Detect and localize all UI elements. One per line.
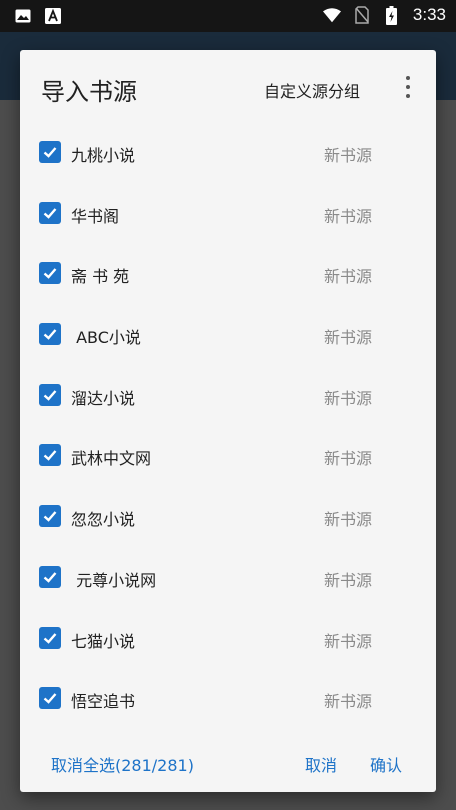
source-name: 七猫小说 xyxy=(71,631,136,651)
list-item[interactable]: 斋 书 苑 新书源 xyxy=(20,243,436,304)
checkbox-checked[interactable] xyxy=(39,565,61,588)
source-tag: 新书源 xyxy=(324,146,373,165)
checkbox-checked[interactable] xyxy=(39,323,61,346)
list-item[interactable]: 九桃小说 新书源 xyxy=(20,122,436,183)
no-sim-icon xyxy=(353,6,371,24)
source-name: 悟空追书 xyxy=(71,692,136,712)
image-icon xyxy=(14,7,32,25)
checkbox-checked[interactable] xyxy=(39,505,61,528)
check-icon xyxy=(43,389,57,401)
source-name: 溜达小说 xyxy=(71,388,136,408)
list-item[interactable]: ABC小说 新书源 xyxy=(20,304,436,365)
list-item[interactable]: 元尊小说网 新书源 xyxy=(20,547,436,608)
check-icon xyxy=(43,572,57,583)
a-icon xyxy=(44,7,62,25)
source-tag: 新书源 xyxy=(324,631,373,651)
check-icon xyxy=(43,147,57,158)
list-item[interactable]: 溜达小说 新书源 xyxy=(20,365,436,426)
source-tag: 新书源 xyxy=(324,449,373,469)
list-item[interactable]: 武林中文网 新书源 xyxy=(20,425,436,486)
wifi-icon xyxy=(322,6,341,24)
source-tag: 新书源 xyxy=(324,570,373,590)
check-icon xyxy=(43,268,57,280)
deselect-all-button[interactable]: 取消全选(281/281) xyxy=(51,752,194,776)
source-name: 九桃小说 xyxy=(71,146,136,165)
checkbox-checked[interactable] xyxy=(39,141,61,163)
source-name: 斋 书 苑 xyxy=(71,267,130,287)
check-icon xyxy=(43,632,57,644)
import-source-dialog: 导入书源 自定义源分组 九桃小说 新书源 华书阁 新书源 斋 书 苑 新书源 A… xyxy=(20,50,436,792)
source-name: 华书阁 xyxy=(71,206,120,226)
check-icon xyxy=(43,207,57,219)
checkbox-checked[interactable] xyxy=(39,383,61,406)
checkbox-checked[interactable] xyxy=(39,626,61,649)
source-tag: 新书源 xyxy=(324,510,373,530)
more-vert-icon[interactable] xyxy=(398,76,418,98)
source-name: 忽忽小说 xyxy=(71,510,136,530)
custom-group-button[interactable]: 自定义源分组 xyxy=(264,78,360,102)
status-bar: 3:33 xyxy=(0,0,456,32)
battery-charging-icon xyxy=(383,5,401,25)
check-icon xyxy=(43,693,57,704)
checkbox-checked[interactable] xyxy=(39,444,61,467)
source-list: 九桃小说 新书源 华书阁 新书源 斋 书 苑 新书源 ABC小说 新书源 溜达小… xyxy=(20,122,436,729)
list-item[interactable]: 悟空追书 新书源 xyxy=(20,668,436,729)
clock-time: 3:33 xyxy=(412,5,446,24)
list-item[interactable]: 七猫小说 新书源 xyxy=(20,608,436,669)
checkbox-checked[interactable] xyxy=(39,262,61,285)
source-name: 武林中文网 xyxy=(71,449,152,469)
check-icon xyxy=(43,329,57,340)
list-item[interactable]: 忽忽小说 新书源 xyxy=(20,486,436,547)
source-tag: 新书源 xyxy=(324,328,373,348)
source-tag: 新书源 xyxy=(324,692,373,712)
source-tag: 新书源 xyxy=(324,267,373,287)
source-name: ABC小说 xyxy=(71,328,141,348)
checkbox-checked[interactable] xyxy=(39,687,61,710)
check-icon xyxy=(43,511,57,522)
source-name: 元尊小说网 xyxy=(71,570,157,590)
checkbox-checked[interactable] xyxy=(39,201,61,224)
source-tag: 新书源 xyxy=(324,388,373,408)
dialog-title: 导入书源 xyxy=(41,78,137,106)
cancel-button[interactable]: 取消 xyxy=(305,752,337,776)
check-icon xyxy=(43,450,57,462)
list-item[interactable]: 华书阁 新书源 xyxy=(20,183,436,244)
confirm-button[interactable]: 确认 xyxy=(370,752,402,776)
source-tag: 新书源 xyxy=(324,206,373,226)
